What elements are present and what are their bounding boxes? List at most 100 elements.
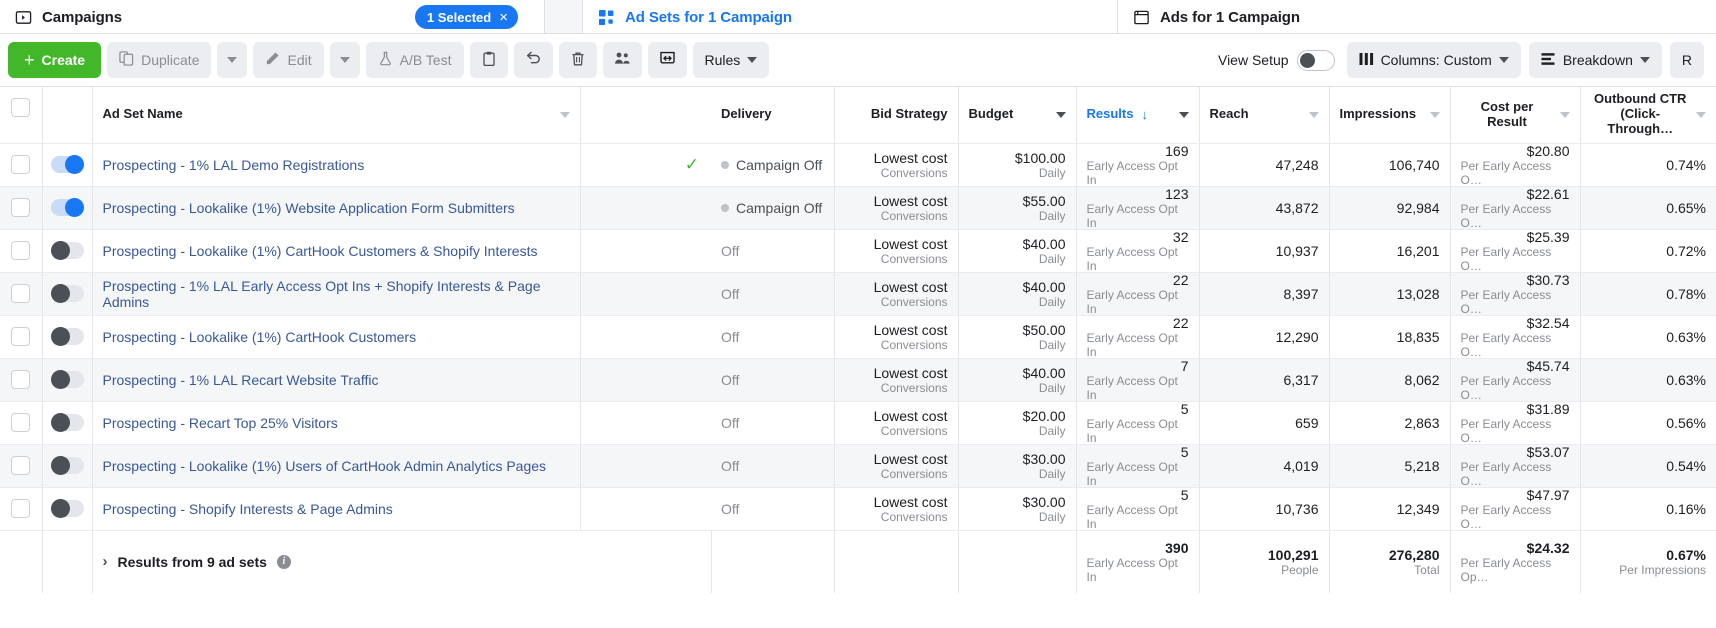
cell-ad-set-name[interactable]: Prospecting - 1% LAL Recart Website Traf… (92, 358, 581, 402)
ad-set-status-toggle[interactable] (50, 326, 84, 346)
chevron-down-icon[interactable] (1696, 111, 1706, 118)
col-header-impressions[interactable]: Impressions (1329, 87, 1451, 144)
table-row[interactable]: Prospecting - Recart Top 25% Visitors Off… (0, 401, 1716, 445)
row-select-cell[interactable] (0, 229, 43, 273)
row-select-cell[interactable] (0, 315, 43, 359)
col-header-outbound-ctr[interactable]: Outbound CTR (Click-Through… (1580, 87, 1716, 144)
tab-ad-sets[interactable]: Ad Sets for 1 Campaign (583, 0, 1118, 34)
table-row[interactable]: Prospecting - Lookalike (1%) Users of Ca… (0, 444, 1716, 488)
rules-button[interactable]: Rules (692, 42, 770, 78)
export-button[interactable] (647, 42, 687, 78)
ad-set-status-toggle[interactable] (50, 455, 84, 475)
table-row[interactable]: Prospecting - 1% LAL Early Access Opt In… (0, 272, 1716, 316)
row-toggle-cell[interactable] (42, 315, 93, 359)
delete-button[interactable] (558, 42, 597, 78)
row-checkbox[interactable] (11, 283, 31, 303)
info-icon[interactable]: i (276, 554, 291, 569)
expand-chevron-right-icon[interactable]: › (103, 553, 108, 570)
row-checkbox[interactable] (11, 154, 31, 174)
reports-button[interactable]: R (1669, 42, 1704, 78)
cell-ad-set-name[interactable]: Prospecting - 1% LAL Demo Registrations (92, 143, 581, 187)
ad-set-name-link[interactable]: Prospecting - 1% LAL Recart Website Traf… (103, 372, 379, 388)
view-setup-switch[interactable] (1296, 49, 1335, 71)
row-checkbox[interactable] (11, 197, 31, 217)
table-row[interactable]: Prospecting - Lookalike (1%) Website App… (0, 186, 1716, 230)
columns-button[interactable]: Columns: Custom (1346, 42, 1521, 78)
edit-button[interactable]: Edit (253, 42, 324, 78)
audience-button[interactable] (602, 42, 642, 78)
cell-ad-set-name[interactable]: Prospecting - Shopify Interests & Page A… (92, 487, 581, 531)
col-header-bid-strategy[interactable]: Bid Strategy (834, 87, 959, 144)
ad-set-status-toggle[interactable] (50, 498, 84, 518)
row-checkbox[interactable] (11, 326, 31, 346)
cell-ad-set-name[interactable]: Prospecting - Lookalike (1%) CartHook Cu… (92, 315, 581, 359)
row-toggle-cell[interactable] (42, 272, 93, 316)
col-header-results[interactable]: Results ↓ (1076, 87, 1200, 144)
ad-set-name-link[interactable]: Prospecting - Lookalike (1%) CartHook Cu… (103, 243, 538, 259)
duplicate-button[interactable]: Duplicate (107, 42, 212, 78)
col-header-delivery[interactable]: Delivery (711, 87, 835, 144)
row-select-cell[interactable] (0, 272, 43, 316)
ad-set-status-toggle[interactable] (50, 240, 84, 260)
ad-set-status-toggle[interactable] (50, 154, 84, 174)
tab-campaigns[interactable]: Campaigns 1 Selected × (0, 0, 545, 34)
duplicate-dropdown-button[interactable] (217, 42, 248, 78)
cell-ad-set-name[interactable]: Prospecting - Recart Top 25% Visitors (92, 401, 581, 445)
cell-ad-set-name[interactable]: Prospecting - Lookalike (1%) CartHook Cu… (92, 229, 581, 273)
cell-ad-set-name[interactable]: Prospecting - 1% LAL Early Access Opt In… (92, 272, 581, 316)
col-header-cost-per-result[interactable]: Cost per Result (1450, 87, 1581, 144)
row-toggle-cell[interactable] (42, 444, 93, 488)
row-toggle-cell[interactable] (42, 487, 93, 531)
row-toggle-cell[interactable] (42, 229, 93, 273)
table-row[interactable]: Prospecting - Shopify Interests & Page A… (0, 487, 1716, 531)
table-row[interactable]: Prospecting - Lookalike (1%) CartHook Cu… (0, 315, 1716, 359)
ad-set-name-link[interactable]: Prospecting - Lookalike (1%) Users of Ca… (103, 458, 547, 474)
chevron-down-icon[interactable] (1559, 111, 1570, 118)
chevron-down-icon[interactable] (559, 111, 570, 118)
selected-count-badge[interactable]: 1 Selected × (414, 5, 518, 29)
clear-selection-icon[interactable]: × (499, 10, 508, 25)
row-select-cell[interactable] (0, 186, 43, 230)
ad-set-status-toggle[interactable] (50, 369, 84, 389)
chevron-down-icon[interactable] (1055, 111, 1066, 118)
edit-dropdown-button[interactable] (329, 42, 360, 78)
col-header-ad-set-name[interactable]: Ad Set Name (92, 87, 581, 144)
cell-ad-set-name[interactable]: Prospecting - Lookalike (1%) Website App… (92, 186, 581, 230)
totals-label-cell[interactable]: › Results from 9 ad sets i (92, 530, 712, 593)
clipboard-button[interactable] (469, 42, 508, 78)
row-toggle-cell[interactable] (42, 143, 93, 187)
row-select-cell[interactable] (0, 358, 43, 402)
chevron-down-icon[interactable] (1178, 111, 1189, 118)
ad-set-name-link[interactable]: Prospecting - Lookalike (1%) Website App… (103, 200, 515, 216)
row-select-cell[interactable] (0, 444, 43, 488)
row-toggle-cell[interactable] (42, 401, 93, 445)
row-select-cell[interactable] (0, 143, 43, 187)
col-header-budget[interactable]: Budget (958, 87, 1077, 144)
ad-set-name-link[interactable]: Prospecting - Shopify Interests & Page A… (103, 501, 393, 517)
ab-test-button[interactable]: A/B Test (365, 42, 464, 78)
row-checkbox[interactable] (11, 240, 31, 260)
chevron-down-icon[interactable] (1429, 111, 1440, 118)
ad-set-name-link[interactable]: Prospecting - Recart Top 25% Visitors (103, 415, 338, 431)
row-checkbox[interactable] (11, 455, 31, 475)
ad-set-name-link[interactable]: Prospecting - 1% LAL Demo Registrations (103, 157, 365, 173)
row-select-cell[interactable] (0, 401, 43, 445)
breakdown-button[interactable]: Breakdown (1528, 42, 1662, 78)
table-row[interactable]: Prospecting - Lookalike (1%) CartHook Cu… (0, 229, 1716, 273)
row-checkbox[interactable] (11, 369, 31, 389)
row-toggle-cell[interactable] (42, 358, 93, 402)
tab-ads[interactable]: Ads for 1 Campaign (1118, 0, 1716, 34)
ad-set-name-link[interactable]: Prospecting - Lookalike (1%) CartHook Cu… (103, 329, 417, 345)
row-checkbox[interactable] (11, 412, 31, 432)
table-row[interactable]: Prospecting - 1% LAL Recart Website Traf… (0, 358, 1716, 402)
select-all-header[interactable] (0, 87, 43, 144)
ad-set-name-link[interactable]: Prospecting - 1% LAL Early Access Opt In… (103, 278, 570, 310)
create-button[interactable]: + Create (8, 42, 102, 78)
ad-set-status-toggle[interactable] (50, 412, 84, 432)
row-select-cell[interactable] (0, 487, 43, 531)
ad-set-status-toggle[interactable] (50, 197, 84, 217)
revert-button[interactable] (513, 42, 553, 78)
col-header-reach[interactable]: Reach (1199, 87, 1330, 144)
ad-set-status-toggle[interactable] (50, 283, 84, 303)
select-all-checkbox[interactable] (11, 98, 31, 117)
